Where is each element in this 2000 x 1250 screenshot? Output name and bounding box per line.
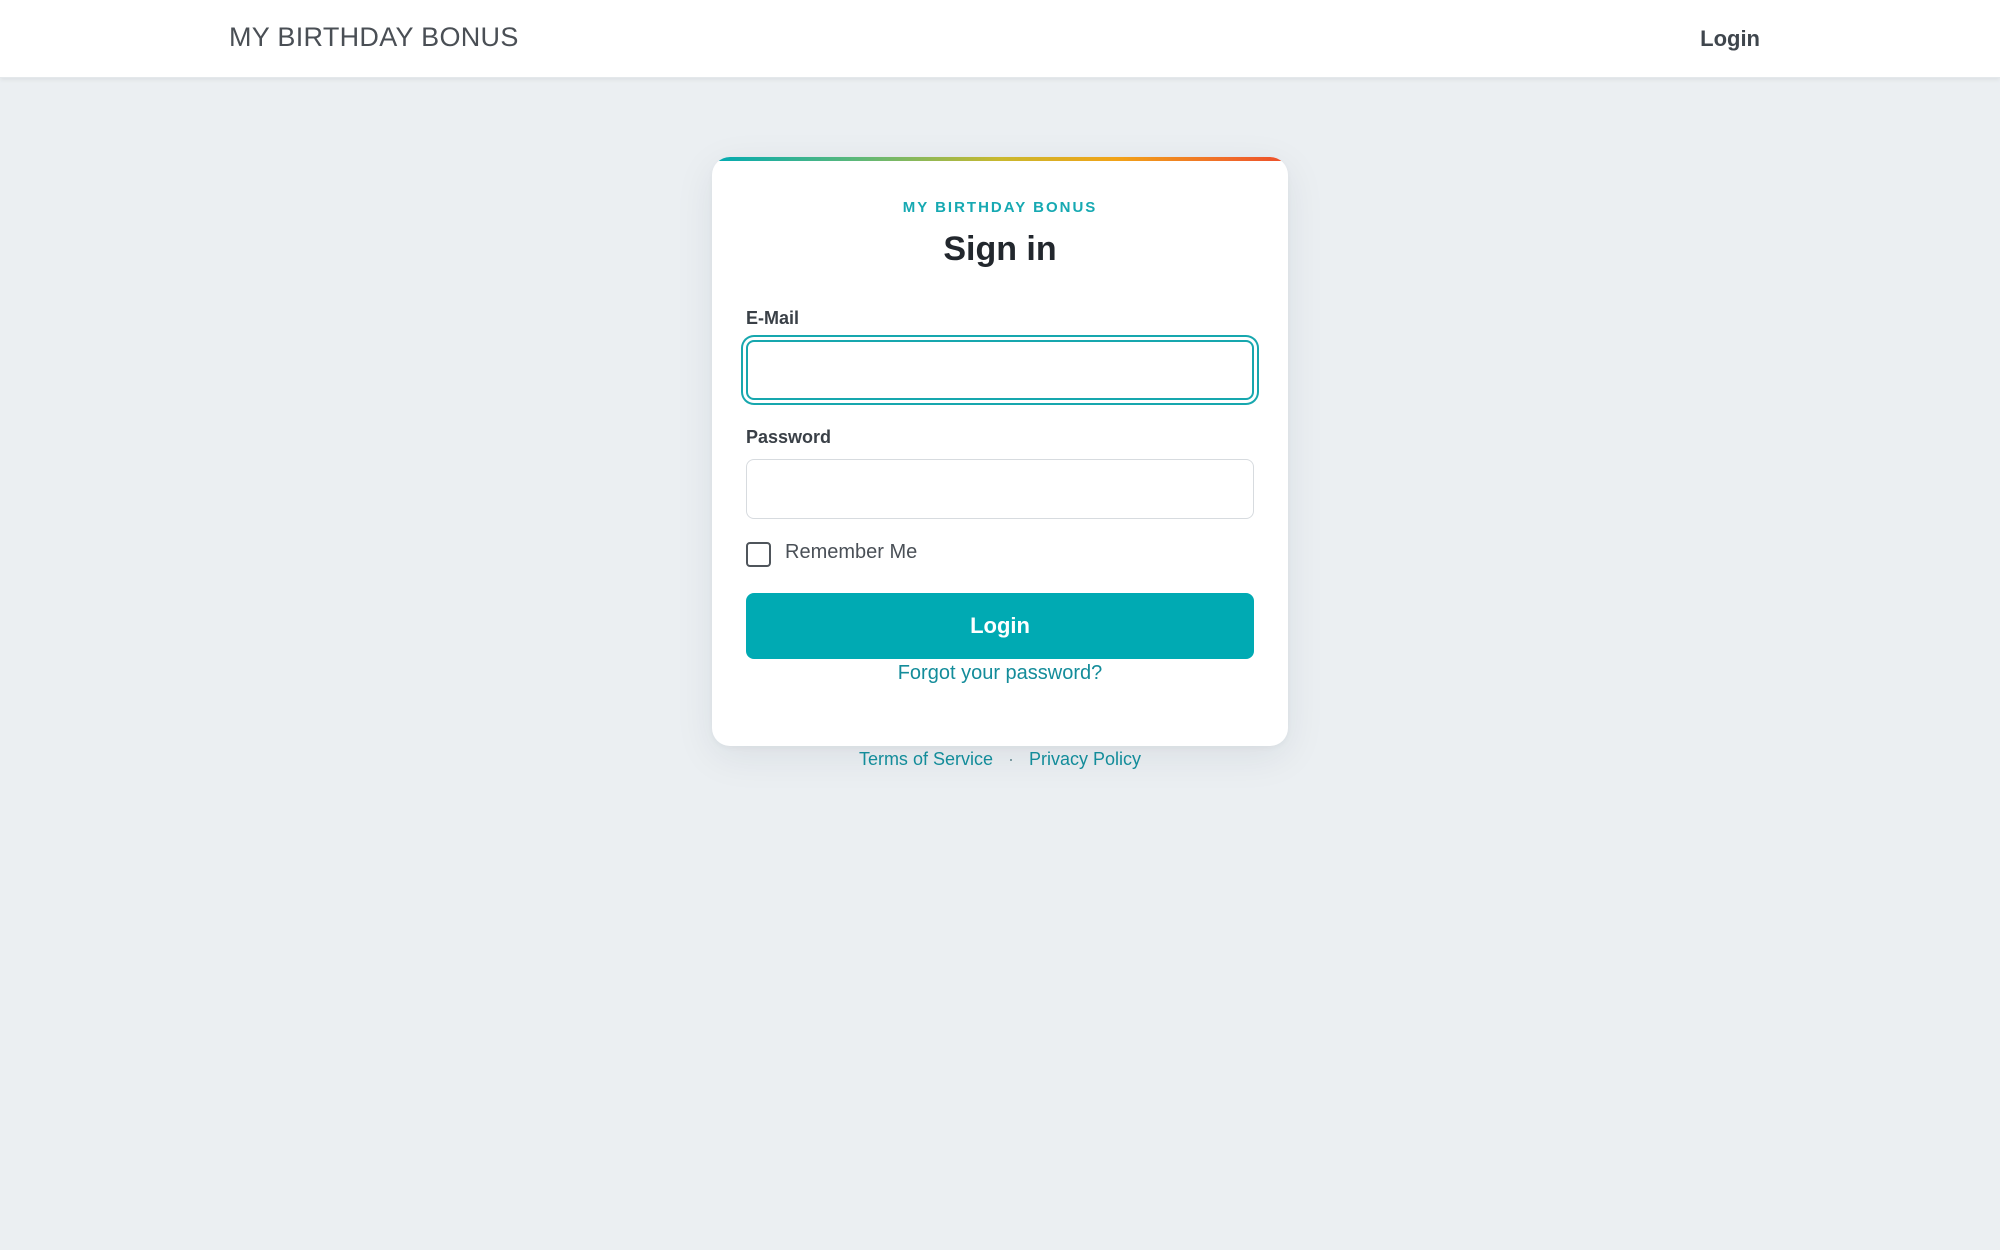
page-title: Sign in bbox=[943, 230, 1057, 268]
nav-login-link[interactable]: Login bbox=[1700, 26, 1760, 52]
password-field[interactable] bbox=[746, 459, 1254, 519]
card-accent-bar bbox=[712, 157, 1288, 161]
remember-me-row[interactable]: Remember Me bbox=[746, 539, 917, 567]
email-label: E-Mail bbox=[746, 308, 800, 328]
footer-separator: · bbox=[1008, 749, 1014, 769]
privacy-policy-link[interactable]: Privacy Policy bbox=[1029, 749, 1141, 769]
footer-links: Terms of Service · Privacy Policy bbox=[712, 749, 1288, 770]
terms-of-service-link[interactable]: Terms of Service bbox=[859, 749, 993, 769]
login-card: MY BIRTHDAY BONUS Sign in E-Mail Passwor… bbox=[712, 157, 1288, 746]
login-button[interactable]: Login bbox=[746, 593, 1254, 659]
card-eyebrow: MY BIRTHDAY BONUS bbox=[902, 199, 1098, 216]
forgot-password-link[interactable]: Forgot your password? bbox=[712, 662, 1288, 685]
remember-me-label[interactable]: Remember Me bbox=[785, 541, 917, 564]
email-field[interactable] bbox=[746, 340, 1254, 400]
password-label: Password bbox=[746, 427, 832, 447]
remember-me-checkbox[interactable] bbox=[746, 541, 771, 567]
top-navbar: MY BIRTHDAY BONUS Login bbox=[0, 0, 2000, 78]
brand-link[interactable]: MY BIRTHDAY BONUS bbox=[229, 22, 519, 53]
